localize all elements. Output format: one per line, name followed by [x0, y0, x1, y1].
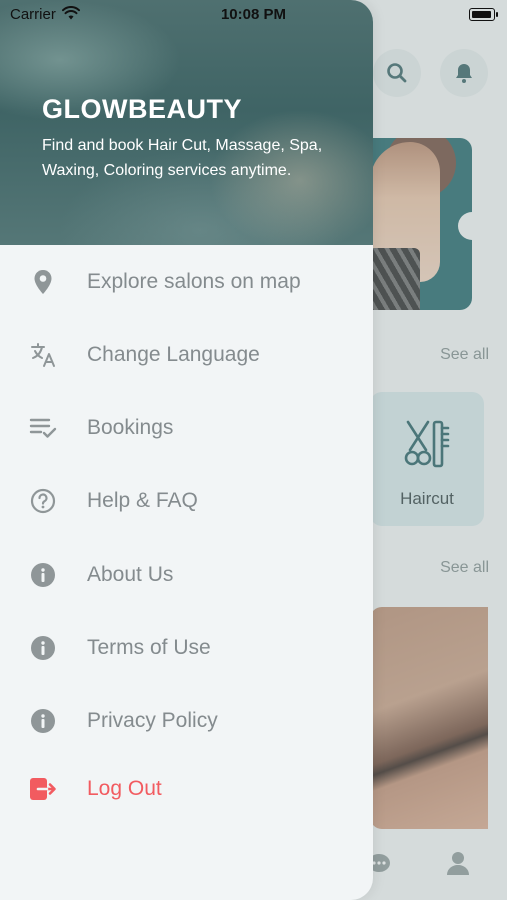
- battery-icon: [469, 8, 495, 21]
- checklist-icon: [29, 414, 57, 442]
- menu-item-label: Terms of Use: [87, 636, 211, 659]
- menu-item-bookings[interactable]: Bookings: [0, 400, 373, 456]
- info-icon: [29, 634, 57, 662]
- menu-item-label: About Us: [87, 563, 174, 586]
- menu-item-log-out[interactable]: Log Out: [0, 761, 373, 817]
- menu-item-privacy-policy[interactable]: Privacy Policy: [0, 693, 373, 749]
- menu-item-explore-map[interactable]: Explore salons on map: [0, 254, 373, 310]
- menu-item-label: Change Language: [87, 343, 260, 366]
- navigation-drawer: GLOWBEAUTY Find and book Hair Cut, Massa…: [0, 0, 373, 900]
- menu-item-terms-of-use[interactable]: Terms of Use: [0, 620, 373, 676]
- drawer-header: GLOWBEAUTY Find and book Hair Cut, Massa…: [0, 0, 373, 245]
- location-pin-icon: [29, 268, 57, 296]
- logout-icon: [29, 775, 57, 803]
- menu-item-change-language[interactable]: Change Language: [0, 327, 373, 383]
- menu-item-label: Explore salons on map: [87, 270, 301, 293]
- status-bar: Carrier 10:08 PM: [0, 0, 507, 28]
- menu-item-help-faq[interactable]: Help & FAQ: [0, 473, 373, 529]
- help-circle-icon: [29, 487, 57, 515]
- menu-item-about-us[interactable]: About Us: [0, 547, 373, 603]
- brand-title: GLOWBEAUTY: [42, 94, 242, 124]
- info-icon: [29, 561, 57, 589]
- menu-item-label: Log Out: [87, 777, 162, 800]
- brand-tagline: Find and book Hair Cut, Massage, Spa, Wa…: [42, 137, 323, 179]
- translate-icon: [29, 341, 57, 369]
- battery-tip: [496, 12, 498, 17]
- menu-item-label: Help & FAQ: [87, 489, 198, 512]
- status-time: 10:08 PM: [220, 6, 287, 23]
- menu-item-label: Bookings: [87, 416, 174, 439]
- menu-item-label: Privacy Policy: [87, 709, 218, 732]
- info-icon: [29, 707, 57, 735]
